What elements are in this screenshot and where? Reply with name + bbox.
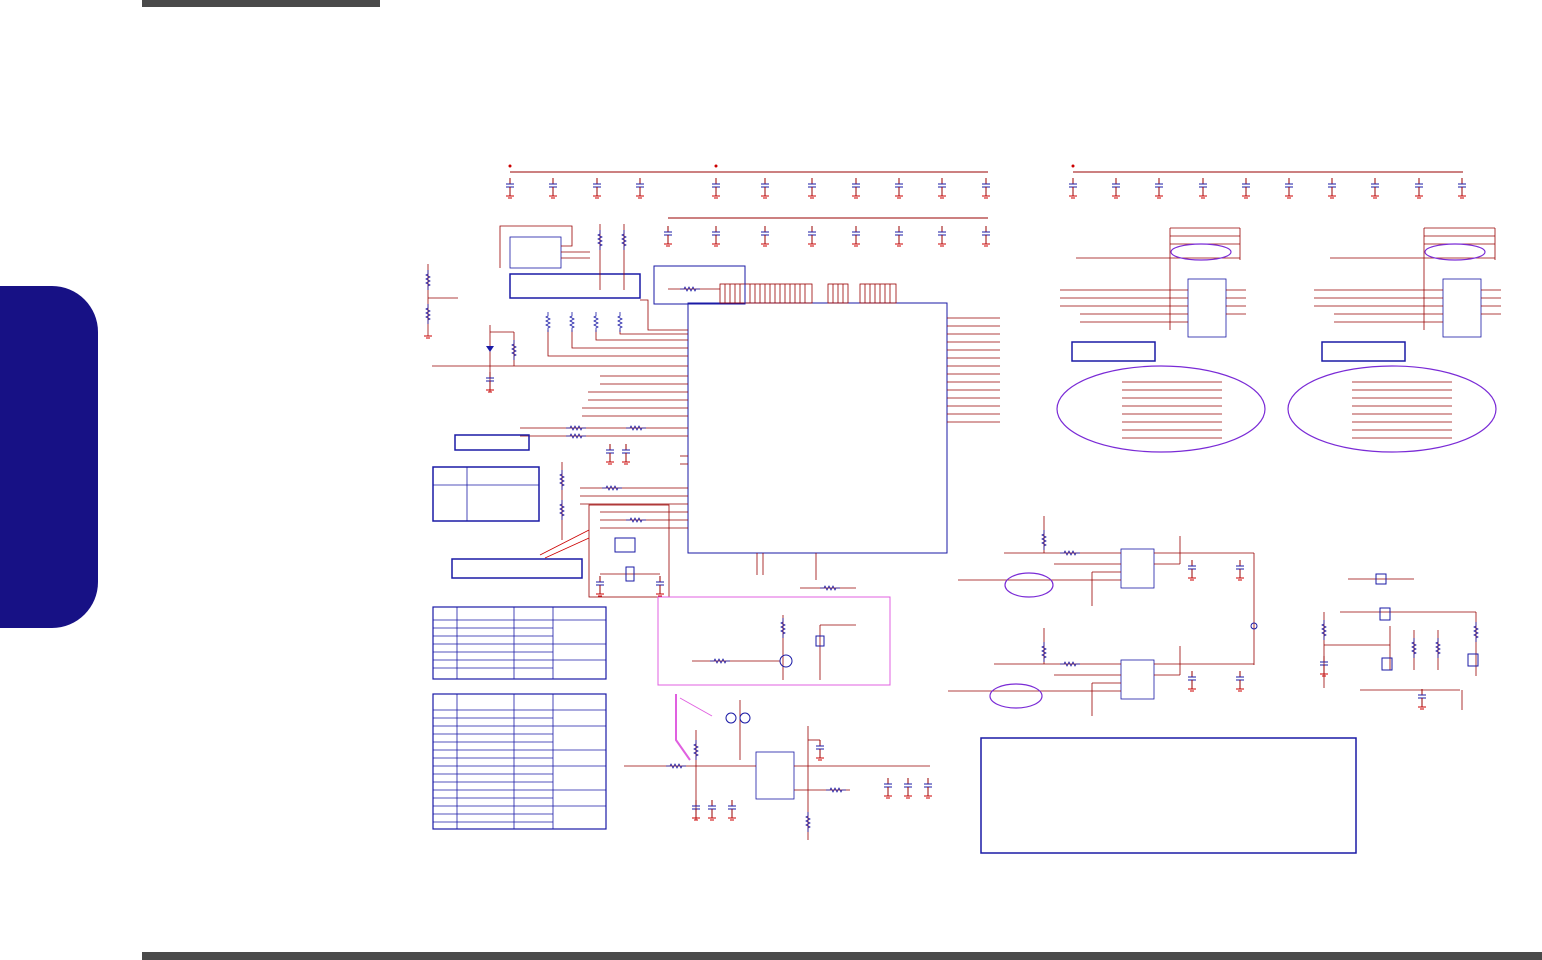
schematic-diagram [423,164,1501,854]
power-switch-circuit [1323,578,1477,710]
notes-box [980,737,1357,854]
config-table-2 [432,693,607,830]
main-ic-right-pins [947,317,1000,423]
power-rail-left [505,164,991,199]
note-box-2 [509,273,641,299]
main-ic-left-pins [432,299,688,529]
ferrite-bead-icon [725,712,737,724]
note-box-3 [454,434,530,451]
power-rail-right [1068,164,1467,199]
transistor-icon [779,654,793,668]
mosfet-icon-2 [1379,607,1391,621]
note-box-4 [451,558,583,579]
left-divider-circuit [427,264,515,392]
strap-table [432,466,540,522]
connector-circuit-1 [1056,227,1266,453]
note-box-1 [653,265,746,305]
power-rail-left-2 [663,217,991,247]
ic-top-pins [719,283,897,304]
callout-box [657,596,891,686]
ferrite-bead-icon-2 [739,712,751,724]
buffer-circuit-2 [948,628,1254,716]
regulator-ic [509,236,562,269]
mosfet-icon-3 [1381,657,1393,671]
config-table-1 [432,606,607,680]
buffer-circuit-1 [958,516,1255,665]
diode-icon [486,346,494,352]
ldo-ic [755,751,795,800]
main-ic [687,302,948,554]
connector-circuit-2 [1287,227,1501,453]
mosfet-icon-4 [1467,653,1479,667]
oscillator-icon [614,537,636,553]
crystal-circuit [539,462,670,598]
